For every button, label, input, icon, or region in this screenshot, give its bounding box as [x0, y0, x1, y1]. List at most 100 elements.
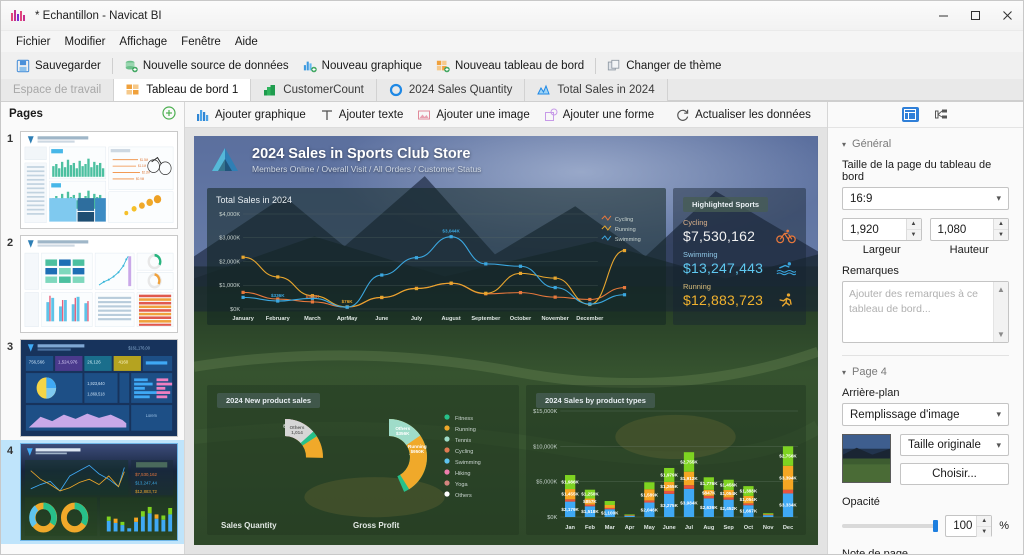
- canvas-toolbar: Ajouter graphique Ajouter texte Ajouter …: [185, 102, 827, 128]
- svg-text:$2.2M: $2.2M: [142, 170, 151, 174]
- svg-text:Hiking: Hiking: [455, 471, 471, 477]
- line-chart-svg: $0K$1,000K$2,000K$3,000K$4,000KJanuaryFe…: [207, 188, 666, 325]
- donut-charts-panel[interactable]: 2024 New product sales Runni...1,927Fitn…: [207, 385, 519, 535]
- dashboard-brand-icon: [210, 146, 240, 174]
- scroll-down-icon[interactable]: ▼: [997, 330, 1005, 339]
- dashboard-header: 2024 Sales in Sports Club Store Members …: [194, 136, 818, 184]
- spin-down-icon[interactable]: ▼: [907, 230, 921, 240]
- new-dashboard-icon: [436, 59, 450, 73]
- page-size-value: 16:9: [850, 193, 872, 205]
- svg-text:$12,883,72: $12,883,72: [135, 489, 157, 494]
- svg-text:Lorem: Lorem: [146, 413, 158, 418]
- svg-text:Apr: Apr: [625, 525, 636, 531]
- minimize-button[interactable]: [927, 1, 959, 31]
- tab-tableau-de-bord-1[interactable]: Tableau de bord 1: [114, 79, 251, 101]
- page3-preview-svg: $161,176,00 756,566 1,524,976 26,126 416…: [21, 340, 177, 436]
- svg-text:June: June: [375, 316, 388, 322]
- pages-title: Pages: [9, 108, 43, 120]
- menu-aide[interactable]: Aide: [228, 34, 265, 50]
- maximize-button[interactable]: [959, 1, 991, 31]
- tab-2024-sales-quantity[interactable]: 2024 Sales Quantity: [377, 79, 526, 101]
- new-chart-label: Nouveau graphique: [322, 60, 422, 72]
- change-theme-button[interactable]: Changer de thème: [600, 56, 728, 76]
- remarks-scrollbar[interactable]: ▲ ▼: [993, 282, 1008, 342]
- svg-text:1,014: 1,014: [291, 430, 303, 435]
- highlight-label: Cycling: [683, 218, 796, 227]
- add-shape-button[interactable]: Ajouter une forme: [537, 105, 661, 125]
- choose-image-button[interactable]: Choisir...: [900, 463, 1009, 485]
- add-chart-button[interactable]: Ajouter graphique: [189, 105, 313, 125]
- image-size-select[interactable]: Taille originale ▾: [900, 434, 1009, 456]
- height-stepper[interactable]: 1,080 ▲ ▼: [930, 218, 1010, 241]
- close-button[interactable]: [991, 1, 1023, 31]
- svg-text:$0K: $0K: [230, 307, 240, 313]
- svg-text:$2,756K: $2,756K: [779, 454, 797, 459]
- opacity-slider-thumb[interactable]: [933, 520, 938, 532]
- general-section-header[interactable]: ▾ Général: [842, 138, 1009, 150]
- spin-down-icon[interactable]: ▼: [977, 527, 991, 537]
- dashboard-page-4[interactable]: 2024 Sales in Sports Club Store Members …: [194, 136, 818, 545]
- svg-text:$1,250K: $1,250K: [581, 492, 599, 497]
- svg-text:$2,179K: $2,179K: [561, 507, 579, 512]
- add-text-button[interactable]: Ajouter texte: [313, 105, 411, 125]
- opacity-slider[interactable]: [842, 524, 938, 528]
- height-spin-buttons[interactable]: ▲ ▼: [993, 219, 1008, 240]
- svg-text:$5,000K: $5,000K: [536, 480, 557, 486]
- highlight-label: Running: [683, 282, 796, 291]
- spin-down-icon[interactable]: ▼: [994, 230, 1008, 240]
- svg-text:$7,530,162: $7,530,162: [135, 472, 157, 477]
- svg-text:$3,000K: $3,000K: [219, 236, 240, 242]
- tab-customercount[interactable]: CustomerCount: [251, 79, 377, 101]
- svg-text:$336K: $336K: [271, 293, 285, 298]
- bar-chart-panel[interactable]: 2024 Sales by product types $0K$5,000K$1…: [526, 385, 806, 535]
- svg-text:June: June: [663, 525, 676, 531]
- spin-up-icon[interactable]: ▲: [977, 516, 991, 527]
- chevron-down-icon: ▾: [996, 440, 1001, 451]
- menu-modifier[interactable]: Modifier: [58, 34, 113, 50]
- canvas-container: Ajouter graphique Ajouter texte Ajouter …: [185, 102, 827, 554]
- new-chart-button[interactable]: Nouveau graphique: [296, 56, 429, 76]
- spin-up-icon[interactable]: ▲: [994, 219, 1008, 230]
- navicat-bi-logo-icon: [10, 8, 26, 24]
- svg-text:$3,275K: $3,275K: [660, 503, 678, 508]
- new-datasource-label: Nouvelle source de données: [143, 60, 289, 72]
- width-spin-buttons[interactable]: ▲ ▼: [906, 219, 921, 240]
- background-image-preview[interactable]: [842, 434, 891, 483]
- menu-fichier[interactable]: Fichier: [9, 34, 58, 50]
- refresh-data-button[interactable]: Actualiser les données: [669, 105, 818, 125]
- page-thumbnail-4[interactable]: 4: [1, 440, 184, 544]
- svg-text:$1,776K: $1,776K: [700, 481, 718, 486]
- save-button[interactable]: Sauvegarder: [9, 56, 108, 76]
- svg-text:Nov: Nov: [763, 525, 775, 531]
- line-chart-panel[interactable]: Total Sales in 2024 $0K$1,000K$2,000K$3,…: [207, 188, 666, 325]
- tab-label: CustomerCount: [283, 84, 364, 96]
- new-datasource-button[interactable]: Nouvelle source de données: [117, 56, 296, 76]
- page-thumbnail-1[interactable]: 1: [1, 128, 184, 232]
- scroll-up-icon[interactable]: ▲: [997, 285, 1005, 294]
- svg-text:$13,247,44: $13,247,44: [135, 480, 157, 485]
- width-stepper[interactable]: 1,920 ▲ ▼: [842, 218, 922, 241]
- menu-affichage[interactable]: Affichage: [112, 34, 174, 50]
- page-section-header[interactable]: ▾ Page 4: [842, 366, 1009, 378]
- highlighted-sports-panel[interactable]: Highlighted Sports Cycling $7,530,162: [673, 188, 806, 325]
- properties-tab-icon[interactable]: [902, 107, 919, 122]
- menu-fenetre[interactable]: Fenêtre: [174, 34, 228, 50]
- page-thumbnail-2[interactable]: 2: [1, 232, 184, 336]
- tab-espace-de-travail[interactable]: Espace de travail: [1, 79, 114, 101]
- background-label: Arrière-plan: [842, 387, 1009, 399]
- add-page-icon[interactable]: [162, 106, 176, 123]
- svg-text:$1,589K: $1,589K: [641, 492, 659, 497]
- page-size-select[interactable]: 16:9 ▾: [842, 187, 1009, 210]
- opacity-stepper[interactable]: 100 ▲ ▼: [945, 515, 992, 537]
- image-size-value: Taille originale: [908, 439, 981, 451]
- structure-tab-icon[interactable]: [933, 107, 950, 122]
- svg-text:Aug: Aug: [703, 525, 715, 531]
- remarks-textarea[interactable]: Ajouter des remarques à ce tableau de bo…: [842, 281, 1009, 343]
- spin-up-icon[interactable]: ▲: [907, 219, 921, 230]
- add-image-button[interactable]: Ajouter une image: [410, 105, 536, 125]
- background-select[interactable]: Remplissage d'image ▾: [842, 403, 1009, 426]
- opacity-spin-buttons[interactable]: ▲ ▼: [976, 516, 991, 537]
- new-dashboard-button[interactable]: Nouveau tableau de bord: [429, 56, 591, 76]
- tab-total-sales-in-2024[interactable]: Total Sales in 2024: [525, 79, 667, 101]
- page-thumbnail-3[interactable]: 3 $161,176,00 756,566 1,524,976: [1, 336, 184, 440]
